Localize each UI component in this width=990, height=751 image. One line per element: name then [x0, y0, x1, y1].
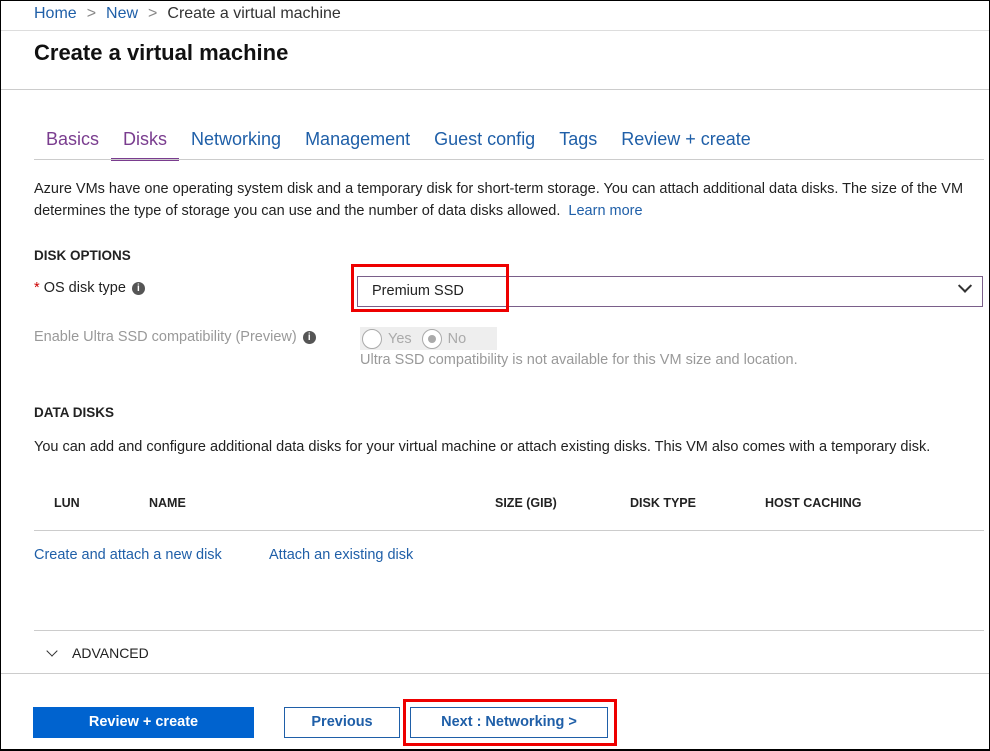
screenshot-border: [0, 0, 990, 751]
